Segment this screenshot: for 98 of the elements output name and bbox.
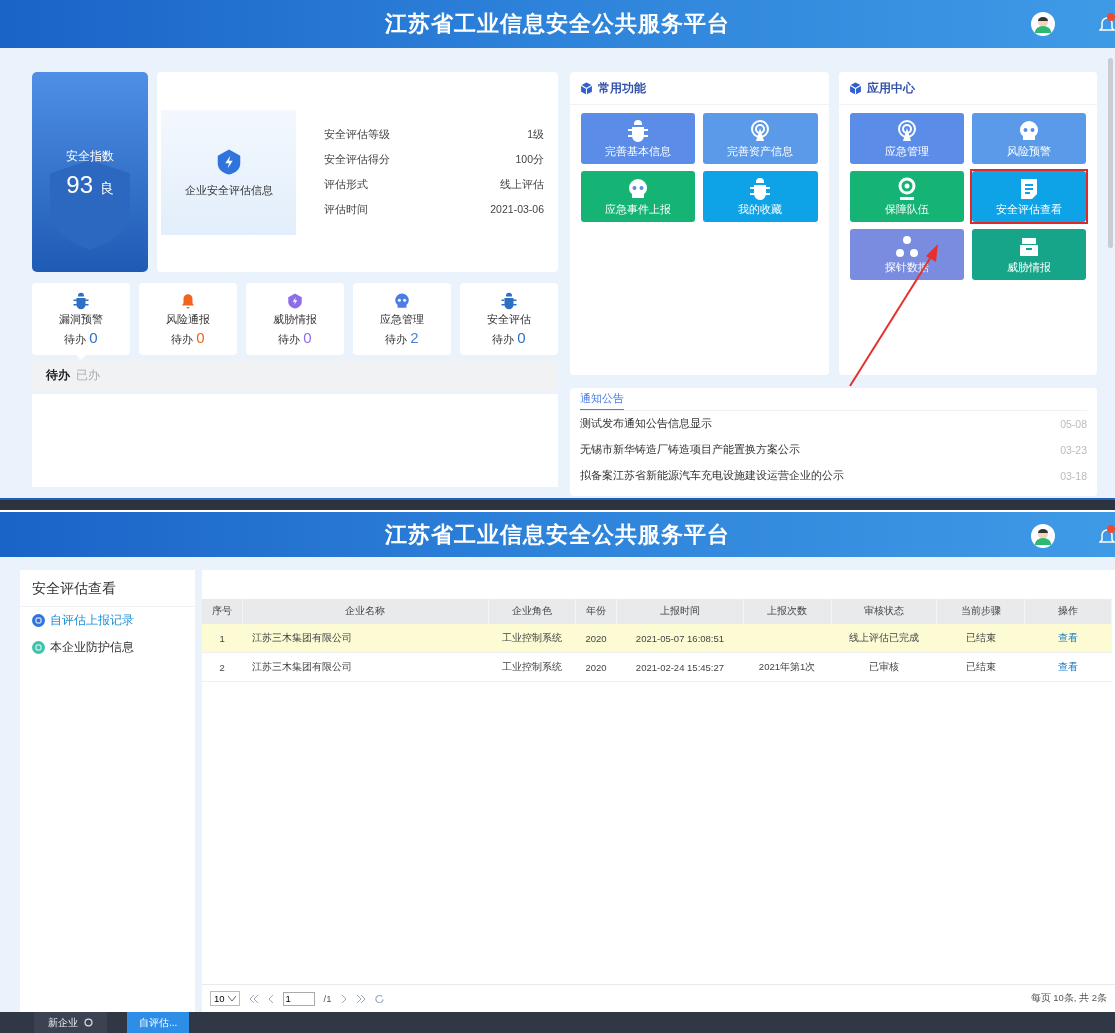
column-header: 审核状态 bbox=[831, 599, 937, 624]
last-page-icon[interactable] bbox=[355, 994, 366, 1003]
field-value: 100分 bbox=[515, 152, 544, 167]
table-cell: 1 bbox=[219, 632, 225, 644]
info-title: 企业安全评估信息 bbox=[184, 182, 273, 198]
avatar-icon[interactable] bbox=[1031, 12, 1055, 36]
notification-bell-icon[interactable] bbox=[1099, 524, 1115, 546]
field-label: 评估时间 bbox=[324, 202, 368, 217]
table-cell: 已结束 bbox=[965, 631, 996, 643]
table-cell: 2020 bbox=[585, 632, 607, 644]
table-cell: 2021-05-07 16:08:51 bbox=[635, 632, 725, 644]
column-header: 企业名称 bbox=[242, 599, 488, 624]
page-input[interactable]: 1 bbox=[282, 991, 315, 1006]
notice-tab[interactable]: 通知公告 bbox=[580, 391, 624, 410]
panel-title: 常用功能 bbox=[598, 80, 646, 96]
app-tile[interactable]: 威胁情报 bbox=[971, 229, 1086, 280]
page-summary: 每页 10条, 共 2条 bbox=[1030, 992, 1107, 1005]
notice-link[interactable]: 测试发布通知公告信息显示 bbox=[580, 417, 712, 431]
field-label: 评估形式 bbox=[324, 177, 368, 192]
table-cell: 2020 bbox=[585, 661, 607, 673]
table-cell: 江苏三木集团有限公司 bbox=[252, 660, 353, 672]
notice-date: 05-08 bbox=[1060, 418, 1087, 430]
column-header: 企业角色 bbox=[488, 599, 576, 624]
view-link[interactable]: 查看 bbox=[1057, 660, 1078, 672]
column-header: 年份 bbox=[575, 599, 617, 624]
app-tile[interactable]: 保障队伍 bbox=[849, 171, 964, 222]
bug-icon bbox=[748, 176, 773, 201]
shield-icon bbox=[286, 291, 304, 310]
page-size-select[interactable]: 10 bbox=[210, 991, 240, 1006]
table-row[interactable]: 2 江苏三木集团有限公司 工业控制系统 2020 2021-02-24 15:45:27 2021年第1次 已审核 已结束 查看 bbox=[202, 652, 1112, 682]
bug-icon bbox=[626, 118, 651, 143]
notice-link[interactable]: 拟备案江苏省新能源汽车充电设施建设运营企业的公示 bbox=[580, 469, 844, 483]
sidebar-title: 安全评估查看 bbox=[20, 570, 195, 607]
todo-tile[interactable]: 应急管理 待办 2 bbox=[353, 283, 451, 355]
table-cell: 已审核 bbox=[868, 660, 899, 672]
field-value: 2021-03-06 bbox=[490, 202, 544, 217]
table-cell: 线上评估已完成 bbox=[848, 631, 919, 643]
notification-bell-icon[interactable] bbox=[1099, 12, 1115, 34]
taskbar-tab[interactable]: 新企业 bbox=[34, 1012, 107, 1033]
caret-icon bbox=[227, 996, 236, 1001]
shield-icon bbox=[50, 160, 130, 250]
bug-icon bbox=[500, 291, 518, 310]
taskbar-button[interactable]: 自评估... bbox=[127, 1012, 190, 1033]
table-cell: 2 bbox=[219, 661, 225, 673]
cube-icon bbox=[580, 81, 593, 95]
bug-icon bbox=[72, 291, 90, 310]
table-cell: 工业控制系统 bbox=[501, 631, 562, 643]
skull-icon bbox=[393, 291, 411, 310]
app-tile[interactable]: 安全评估查看 bbox=[971, 171, 1086, 222]
table-cell: 2021-02-24 15:45:27 bbox=[635, 661, 725, 673]
app-tile[interactable]: 应急管理 bbox=[849, 113, 964, 164]
app-tile[interactable]: 风险预警 bbox=[971, 113, 1086, 164]
circle-icon bbox=[32, 614, 45, 627]
site-title: 江苏省工业信息安全公共服务平台 bbox=[385, 10, 730, 38]
bell-icon bbox=[179, 291, 197, 310]
app-tile[interactable]: 我的收藏 bbox=[703, 171, 818, 222]
notice-date: 03-18 bbox=[1060, 470, 1087, 482]
notice-date: 03-23 bbox=[1060, 444, 1087, 456]
sidebar-item[interactable]: 本企业防护信息 bbox=[20, 634, 146, 661]
refresh-icon[interactable] bbox=[374, 994, 384, 1003]
column-header: 当前步骤 bbox=[936, 599, 1025, 624]
score-value: 93 良 bbox=[66, 171, 114, 199]
circle-icon bbox=[32, 641, 45, 654]
table-row[interactable]: 1 江苏三木集团有限公司 工业控制系统 2020 2021-05-07 16:08:51 线上评估已完成 已结束 查看 bbox=[202, 624, 1112, 653]
field-value: 线上评估 bbox=[500, 177, 544, 192]
table-cell: 江苏三木集团有限公司 bbox=[252, 631, 353, 643]
todo-tile[interactable]: 风险通报 待办 0 bbox=[139, 283, 237, 355]
app-tile[interactable]: 应急事件上报 bbox=[581, 171, 696, 222]
next-page-icon[interactable] bbox=[340, 994, 347, 1003]
table-cell: 2021年第1次 bbox=[758, 660, 816, 672]
refresh-icon bbox=[84, 1018, 93, 1027]
tab[interactable]: 待办 bbox=[46, 366, 70, 384]
todo-tile[interactable]: 威胁情报 待办 0 bbox=[246, 283, 344, 355]
page-count: /1 bbox=[323, 993, 332, 1004]
cube-icon bbox=[848, 81, 862, 95]
score-label: 安全指数 bbox=[66, 148, 114, 165]
nodes-icon bbox=[894, 234, 919, 259]
site-title: 江苏省工业信息安全公共服务平台 bbox=[385, 520, 730, 549]
first-page-icon[interactable] bbox=[248, 994, 259, 1003]
column-header: 上报次数 bbox=[743, 599, 832, 624]
previous-page-icon[interactable] bbox=[267, 994, 274, 1003]
avatar-icon[interactable] bbox=[1031, 524, 1055, 548]
view-link[interactable]: 查看 bbox=[1057, 631, 1078, 643]
app-tile[interactable]: 完善基本信息 bbox=[581, 113, 696, 164]
panel-title: 应用中心 bbox=[866, 80, 915, 96]
column-header: 序号 bbox=[202, 599, 243, 624]
todo-tile[interactable]: 安全评估 待办 0 bbox=[460, 283, 558, 355]
column-header: 操作 bbox=[1024, 599, 1112, 624]
notice-link[interactable]: 无锡市新华铸造厂铸造项目产能置换方案公示 bbox=[580, 443, 800, 457]
app-tile[interactable]: 完善资产信息 bbox=[703, 113, 818, 164]
field-label: 安全评估等级 bbox=[324, 127, 390, 142]
table-cell: 已结束 bbox=[965, 660, 996, 672]
sidebar-item[interactable]: 自评估上报记录 bbox=[20, 607, 146, 634]
field-label: 安全评估得分 bbox=[324, 152, 390, 167]
field-value: 1级 bbox=[527, 127, 544, 142]
scrollbar[interactable] bbox=[1108, 58, 1113, 248]
column-header: 上报时间 bbox=[616, 599, 744, 624]
table-cell: 工业控制系统 bbox=[501, 660, 562, 672]
